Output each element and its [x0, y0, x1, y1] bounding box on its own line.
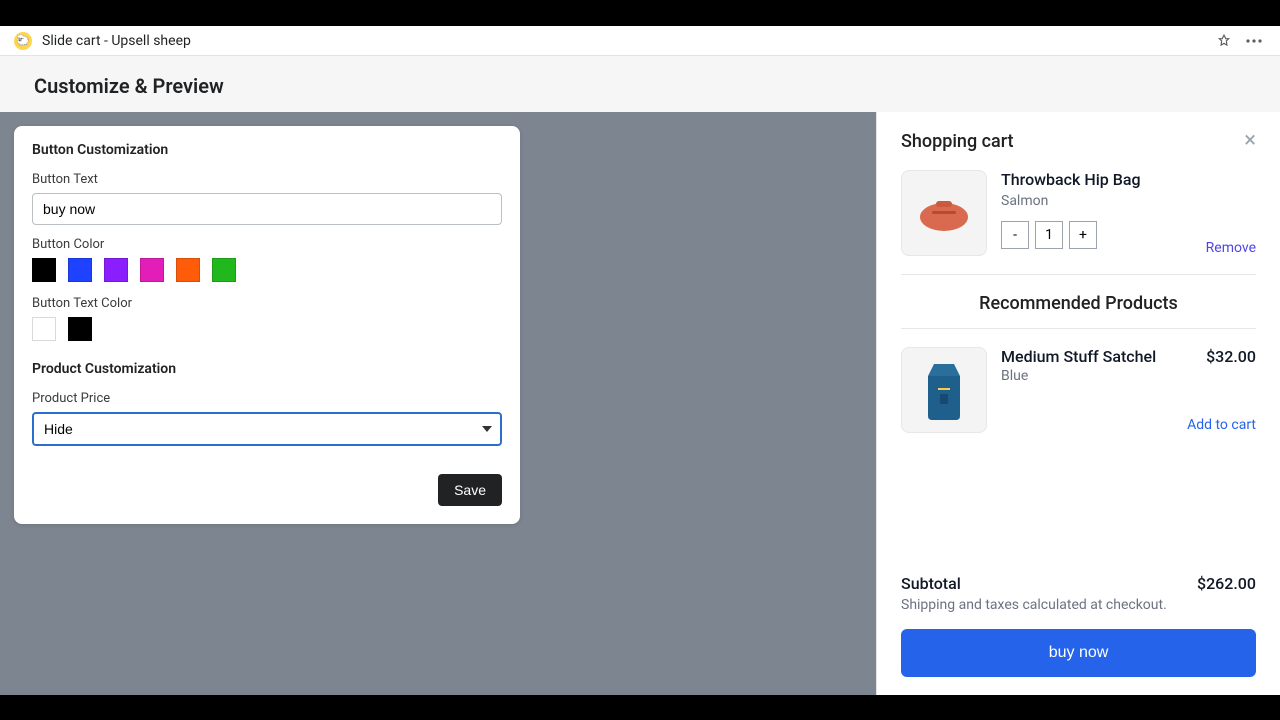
shipping-note: Shipping and taxes calculated at checkou…: [901, 597, 1256, 613]
qty-decrement-button[interactable]: -: [1001, 221, 1029, 249]
titlebar: 🐑 Slide cart - Upsell sheep: [0, 26, 1280, 56]
more-icon[interactable]: [1242, 29, 1266, 53]
settings-panel: Button Customization Button Text Button …: [14, 126, 520, 524]
section-button-customization: Button Customization: [32, 142, 502, 158]
recommended-item-image: [901, 347, 987, 433]
select-product-price[interactable]: Hide: [32, 412, 502, 446]
subtotal-value: $262.00: [1197, 574, 1256, 593]
recommended-item-variant: Blue: [1001, 368, 1256, 384]
button-color-swatch[interactable]: [104, 258, 128, 282]
button-color-swatch[interactable]: [32, 258, 56, 282]
label-button-text-color: Button Text Color: [32, 296, 502, 311]
label-button-text: Button Text: [32, 172, 502, 187]
save-button[interactable]: Save: [438, 474, 502, 506]
input-button-text[interactable]: [32, 193, 502, 225]
add-to-cart-link[interactable]: Add to cart: [1187, 417, 1256, 433]
pin-icon[interactable]: [1212, 29, 1236, 53]
recommended-item: Medium Stuff Satchel $32.00 Blue Add to …: [901, 329, 1256, 451]
button-color-swatch[interactable]: [68, 258, 92, 282]
remove-link[interactable]: Remove: [1206, 240, 1256, 256]
label-button-color: Button Color: [32, 237, 502, 252]
cart-item-name: Throwback Hip Bag: [1001, 170, 1256, 189]
cart-item: Throwback Hip Bag Salmon - 1 + Remove: [901, 170, 1256, 275]
preview-canvas: Button Customization Button Text Button …: [0, 112, 876, 695]
text-color-swatch[interactable]: [68, 317, 92, 341]
page-title: Customize & Preview: [0, 56, 1280, 112]
qty-value: 1: [1035, 221, 1063, 249]
button-color-swatch[interactable]: [140, 258, 164, 282]
recommended-item-price: $32.00: [1206, 347, 1256, 366]
checkout-button[interactable]: buy now: [901, 629, 1256, 677]
qty-increment-button[interactable]: +: [1069, 221, 1097, 249]
label-product-price: Product Price: [32, 391, 502, 406]
section-product-customization: Product Customization: [32, 361, 502, 377]
cart-item-variant: Salmon: [1001, 193, 1256, 209]
cart-item-image: [901, 170, 987, 256]
slide-cart: Shopping cart × Throwback Hip Bag Salmon…: [876, 112, 1280, 695]
recommended-title: Recommended Products: [901, 275, 1256, 329]
button-color-swatch[interactable]: [212, 258, 236, 282]
cart-title: Shopping cart: [901, 131, 1014, 152]
close-icon[interactable]: ×: [1244, 130, 1256, 152]
button-color-swatch[interactable]: [176, 258, 200, 282]
app-title: Slide cart - Upsell sheep: [42, 33, 191, 49]
subtotal-label: Subtotal: [901, 574, 961, 593]
text-color-swatch[interactable]: [32, 317, 56, 341]
recommended-item-name: Medium Stuff Satchel: [1001, 347, 1156, 366]
app-icon: 🐑: [14, 32, 32, 50]
